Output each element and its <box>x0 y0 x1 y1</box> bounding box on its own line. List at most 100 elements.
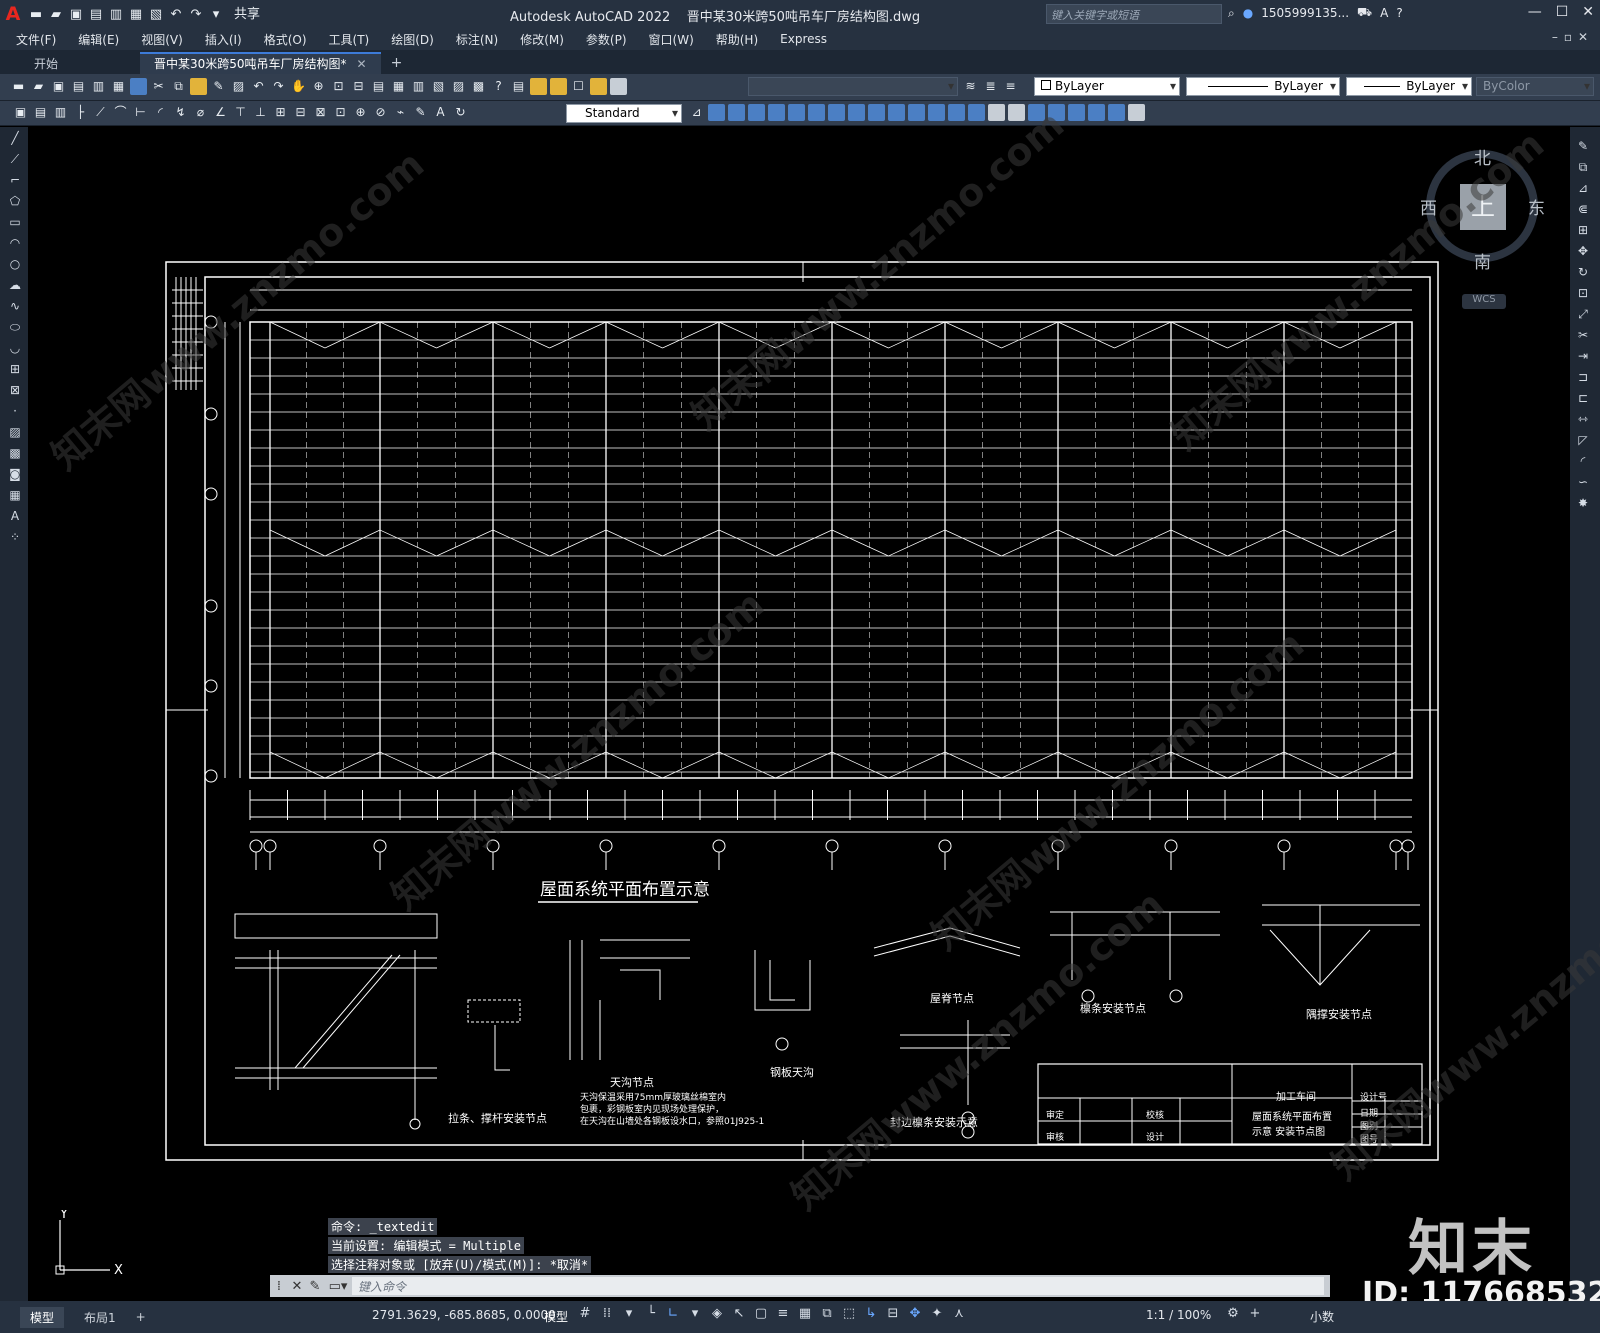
selection-filter-icon[interactable]: ⊟ <box>886 1306 900 1321</box>
svg-text:X: X <box>114 1263 123 1278</box>
command-history-line: 选择注释对象或 [放弃(U)/模式(M)]: *取消* <box>328 1256 592 1273</box>
detail-label-gutter: 天沟节点 <box>610 1076 654 1089</box>
detail-label-purlin: 檩条安装节点 <box>1080 1002 1146 1015</box>
3dosnap-icon[interactable]: ⬚ <box>842 1306 856 1321</box>
draw-toolbar: ╱ ⟋ ⌐ ⬠ ▭ ◠ ○ ☁ ∿ ⬭ ◡ ⊞ ⊠ · ▨ ▩ ◙ ▦ A ⁘ <box>4 130 26 560</box>
lineweight-toggle-icon[interactable]: ≡ <box>776 1306 790 1321</box>
autocad-window: A ▬ ▰ ▣ ▤ ▥ ▦ ▧ ↶ ↷ ▾ 共享 Autodesk AutoCA… <box>0 0 1600 1333</box>
chamfer-icon[interactable]: ◸ <box>1575 432 1591 449</box>
join-icon[interactable]: ⇿ <box>1575 411 1591 428</box>
point-icon[interactable]: · <box>7 403 23 420</box>
viewcube-south[interactable]: 南 <box>1474 248 1491 273</box>
break-icon[interactable]: ⊏ <box>1575 390 1591 407</box>
gizmo-icon[interactable]: ✥ <box>908 1306 922 1321</box>
dynamic-ucs-icon[interactable]: ↳ <box>864 1306 878 1321</box>
infer-icon[interactable]: ▾ <box>622 1306 636 1321</box>
command-line: ⁞ ✕ ✎ ▭▾ 键入命令 <box>270 1275 1330 1297</box>
table-icon[interactable]: ▦ <box>7 487 23 504</box>
polar-icon[interactable]: ∟ <box>666 1306 680 1321</box>
command-history-line: 当前设置: 编辑模式 = Multiple <box>328 1237 524 1254</box>
brand-watermark: 知末 <box>1408 1214 1536 1284</box>
status-right-tools: ⚙ + <box>1226 1306 1262 1321</box>
viewcube-east[interactable]: 东 <box>1528 194 1545 219</box>
add-selected-icon[interactable]: ⁘ <box>7 529 23 546</box>
wcs-menu[interactable]: WCS <box>1462 294 1506 309</box>
scale-icon[interactable]: ⊡ <box>1575 285 1591 302</box>
gutter-note-line-1: 天沟保温采用75mm厚玻璃丝棉室内 <box>580 1093 726 1103</box>
erase-icon[interactable]: ✎ <box>1575 138 1591 155</box>
snap-icon[interactable]: ⁞⁞ <box>600 1306 614 1321</box>
annotation-scale[interactable]: 1:1 / 100% <box>1146 1308 1211 1322</box>
title-block-review: 审核 <box>1046 1133 1065 1143</box>
detail-label-steel-gutter: 钢板天沟 <box>770 1066 814 1079</box>
gutter-note-line-2: 包裹，彩钢板室内见现场处理保护， <box>580 1105 725 1115</box>
stretch-icon[interactable]: ⤢ <box>1575 306 1591 323</box>
cursor-coordinates[interactable]: 2791.3629, -685.8685, 0.0000 <box>372 1308 556 1322</box>
title-block-design: 设计 <box>1146 1133 1165 1143</box>
isodraft-icon[interactable]: ◈ <box>710 1306 724 1321</box>
mtext-icon[interactable]: A <box>7 508 23 525</box>
rectangle-icon[interactable]: ▭ <box>7 214 23 231</box>
tab-layout1[interactable]: 布局1 <box>74 1307 126 1328</box>
polar-chevron-icon[interactable]: ▾ <box>688 1306 702 1321</box>
gutter-note: 天沟保温采用75mm厚玻璃丝棉室内 包裹，彩钢板室内见现场处理保护， 在天沟在山… <box>580 1092 764 1128</box>
add-layout-icon[interactable]: + <box>126 1308 156 1326</box>
gutter-note-line-3: 在天沟在山墙处各钢板设水口，参照01J925-1 <box>580 1117 765 1127</box>
hatch-icon[interactable]: ▨ <box>7 424 23 441</box>
annotation-monitor-icon[interactable]: + <box>1248 1306 1262 1321</box>
annotation-visibility-icon[interactable]: ✦ <box>930 1306 944 1321</box>
insert-block-icon[interactable]: ⊞ <box>7 361 23 378</box>
circle-icon[interactable]: ○ <box>7 256 23 273</box>
model-space-button[interactable]: 模型 <box>544 1308 568 1325</box>
osnap-track-icon[interactable]: ↖ <box>732 1306 746 1321</box>
ortho-icon[interactable]: └ <box>644 1306 658 1321</box>
detail-label-ridge: 屋脊节点 <box>930 992 974 1005</box>
detail-label-tie-rod: 拉条、撑杆安装节点 <box>448 1112 547 1125</box>
break-point-icon[interactable]: ⊐ <box>1575 369 1591 386</box>
move-icon[interactable]: ✥ <box>1575 243 1591 260</box>
region-icon[interactable]: ◙ <box>7 466 23 483</box>
title-block-company: 加工车间 <box>1276 1092 1316 1103</box>
title-block-drawing-name: 屋面系统平面布置示意 安装节点图 <box>1252 1112 1332 1138</box>
grip-icon[interactable]: ⁞ <box>270 1279 288 1294</box>
rotate-icon[interactable]: ↻ <box>1575 264 1591 281</box>
units-display[interactable]: 小数 <box>1310 1308 1334 1325</box>
status-toggles: # ⁞⁞ ▾ └ ∟ ▾ ◈ ↖ ▢ ≡ ▦ ⧉ ⬚ ↳ ⊟ ✥ ✦ ⋏ <box>578 1306 966 1321</box>
polygon-icon[interactable]: ⬠ <box>7 193 23 210</box>
tab-model[interactable]: 模型 <box>20 1306 65 1328</box>
ellipse-arc-icon[interactable]: ◡ <box>7 340 23 357</box>
customize-cmd-icon[interactable]: ✎ <box>306 1279 324 1294</box>
svg-text:Y: Y <box>59 1210 68 1222</box>
gradient-icon[interactable]: ▩ <box>7 445 23 462</box>
transparency-icon[interactable]: ▦ <box>798 1306 812 1321</box>
workspace-gear-icon[interactable]: ⚙ <box>1226 1306 1240 1321</box>
line-icon[interactable]: ╱ <box>7 130 23 147</box>
fillet-icon[interactable]: ◜ <box>1575 453 1591 470</box>
array-icon[interactable]: ⊞ <box>1575 222 1591 239</box>
title-block-approve: 审定 <box>1046 1111 1065 1121</box>
plan-title: 屋面系统平面布置示意 <box>540 880 710 900</box>
close-cmd-icon[interactable]: ✕ <box>288 1279 306 1294</box>
command-input[interactable]: 键入命令 <box>352 1277 1324 1295</box>
arc-icon[interactable]: ◠ <box>7 235 23 252</box>
extend-icon[interactable]: ⇥ <box>1575 348 1591 365</box>
recent-commands-icon[interactable]: ▭▾ <box>324 1279 352 1294</box>
trim-icon[interactable]: ✂ <box>1575 327 1591 344</box>
title-block-check: 校核 <box>1146 1111 1165 1121</box>
blend-icon[interactable]: ∽ <box>1575 474 1591 491</box>
revcloud-icon[interactable]: ☁ <box>7 277 23 294</box>
ellipse-icon[interactable]: ⬭ <box>7 319 23 336</box>
autoscale-icon[interactable]: ⋏ <box>952 1306 966 1321</box>
selection-cycling-icon[interactable]: ⧉ <box>820 1306 834 1321</box>
grid-icon[interactable]: # <box>578 1306 592 1321</box>
construction-line-icon[interactable]: ⟋ <box>7 151 23 168</box>
make-block-icon[interactable]: ⊠ <box>7 382 23 399</box>
command-history-line: 命令: _textedit <box>328 1218 438 1235</box>
explode-icon[interactable]: ✸ <box>1575 495 1591 512</box>
copy-object-icon[interactable]: ⧉ <box>1575 159 1591 176</box>
osnap-icon[interactable]: ▢ <box>754 1306 768 1321</box>
mirror-icon[interactable]: ⊿ <box>1575 180 1591 197</box>
offset-icon[interactable]: ⋐ <box>1575 201 1591 218</box>
polyline-icon[interactable]: ⌐ <box>7 172 23 189</box>
spline-icon[interactable]: ∿ <box>7 298 23 315</box>
